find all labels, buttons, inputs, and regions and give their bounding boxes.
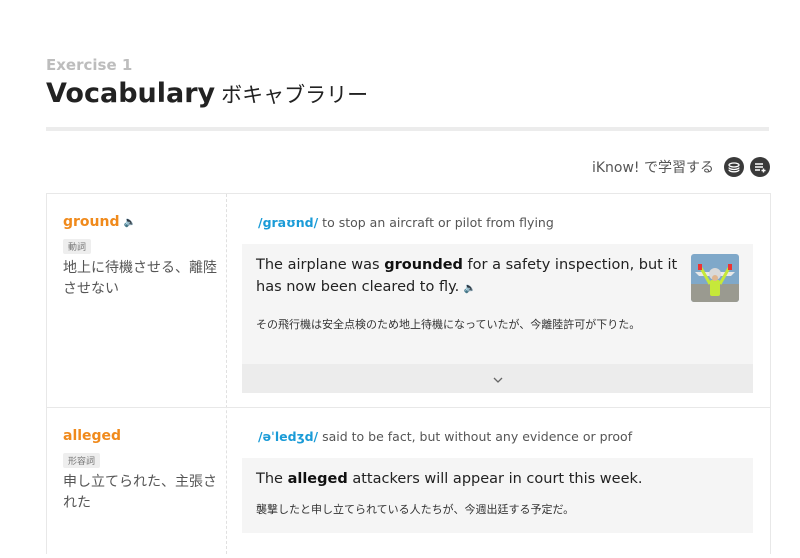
part-of-speech-badge: 形容詞	[63, 453, 101, 468]
chevron-down-icon	[493, 372, 503, 386]
pronunciation: /əˈledʒd/	[258, 429, 319, 444]
add-list-icon[interactable]	[750, 157, 770, 177]
iknow-stack-icon[interactable]	[724, 157, 744, 177]
vocab-row-ground: ground 🔈 動詞 地上に待機させる、離陸させない /graʊnd/ to …	[47, 194, 770, 408]
example-thumbnail-image[interactable]	[691, 254, 739, 302]
example-en-before: The airplane was	[256, 257, 385, 273]
definition-line: /əˈledʒd/ said to be fact, but without a…	[258, 429, 632, 444]
iknow-link[interactable]: iKnow! で学習する	[592, 157, 714, 177]
iknow-bar: iKnow! で学習する	[592, 157, 770, 177]
title-divider	[46, 127, 769, 131]
vocab-row-alleged: alleged 形容詞 申し立てられた、主張された /əˈledʒd/ said…	[47, 408, 770, 558]
part-of-speech-badge: 動詞	[63, 239, 92, 254]
speaker-icon[interactable]: 🔈	[124, 217, 136, 228]
example-box: The alleged attackers will appear in cou…	[242, 458, 753, 533]
exercise-label: Exercise 1	[46, 56, 133, 74]
example-jp: その飛行機は安全点検のため地上待機になっていたが、今離陸許可が下りた。	[256, 318, 641, 331]
example-en-keyword: grounded	[384, 257, 463, 273]
example-jp: 襲撃したと申し立てられている人たちが、今週出廷する予定だ。	[256, 503, 575, 516]
definition-line: /graʊnd/ to stop an aircraft or pilot fr…	[258, 215, 554, 230]
expand-toggle[interactable]	[242, 364, 753, 393]
definition: said to be fact, but without any evidenc…	[322, 429, 633, 444]
speaker-icon[interactable]: 🔈	[464, 283, 476, 294]
vocab-word: alleged	[63, 428, 121, 444]
meaning-jp: 申し立てられた、主張された	[63, 474, 217, 511]
pronunciation: /graʊnd/	[258, 215, 319, 230]
meaning-jp: 地上に待機させる、離陸させない	[63, 260, 217, 297]
title-en: Vocabulary	[46, 78, 216, 109]
example-en-before: The	[256, 471, 288, 487]
example-en: The alleged attackers will appear in cou…	[256, 468, 746, 490]
example-en-keyword: alleged	[287, 471, 348, 487]
vocabulary-table: ground 🔈 動詞 地上に待機させる、離陸させない /graʊnd/ to …	[46, 193, 771, 554]
example-en-after: attackers will appear in court this week…	[347, 471, 643, 487]
definition: to stop an aircraft or pilot from flying	[322, 215, 554, 230]
example-box: The airplane was grounded for a safety i…	[242, 244, 753, 393]
vocab-word: ground 🔈	[63, 214, 136, 230]
word-text: alleged	[63, 428, 122, 444]
title-jp: ボキャブラリー	[221, 83, 369, 107]
example-en: The airplane was grounded for a safety i…	[256, 254, 681, 300]
page-title: Vocabulary ボキャブラリー	[46, 78, 368, 109]
word-text: ground	[63, 214, 120, 230]
